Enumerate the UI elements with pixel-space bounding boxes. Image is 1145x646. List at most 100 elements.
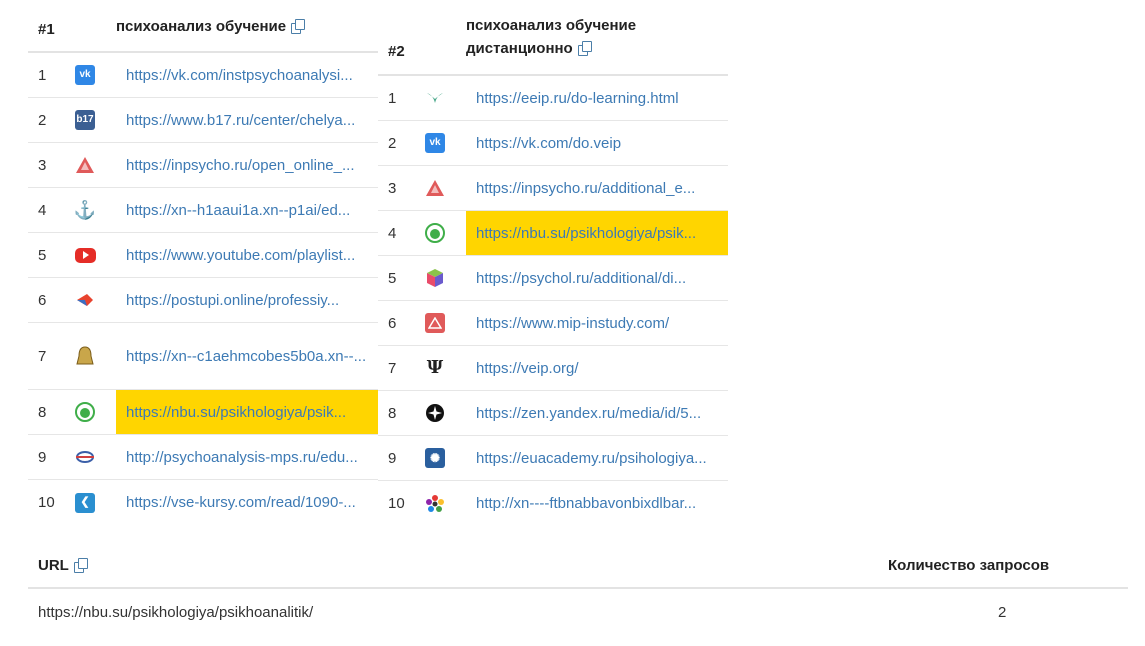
serp-header: #1 психоанализ обучение (28, 0, 378, 53)
psi-icon: Ψ (426, 357, 444, 378)
copy-icon[interactable] (577, 41, 592, 56)
copy-icon[interactable] (291, 19, 306, 34)
copy-icon[interactable] (73, 558, 88, 573)
eeip-icon (425, 88, 445, 108)
serp-row: 2 vk https://vk.com/do.veip (378, 121, 728, 166)
bell-icon (75, 346, 95, 366)
result-url[interactable]: https://vk.com/instpsychoanalysi... (116, 53, 378, 97)
url-column-header: URL (38, 557, 888, 574)
serp-row: 5 https://www.youtube.com/playlist... (28, 233, 378, 278)
position: 5 (38, 246, 47, 264)
serp-row: 4 https://nbu.su/psikhologiya/psik... (378, 211, 728, 256)
result-url[interactable]: https://veip.org/ (466, 346, 728, 390)
serp-header: #2 психоанализ обучение дистанционно (378, 0, 728, 76)
result-url[interactable]: https://inpsycho.ru/open_online_... (116, 143, 378, 187)
serp-row: 10 http://xn----ftbnabbavonbixdlbar... (378, 481, 728, 526)
result-url[interactable]: https://postupi.online/professiy... (116, 278, 378, 322)
url-table-header: URL Количество запросов (28, 544, 1128, 589)
zen-icon (425, 403, 445, 423)
mip-icon (425, 313, 445, 333)
serp-row: 8 https://nbu.su/psikhologiya/psik... (28, 390, 378, 435)
result-url[interactable]: https://www.youtube.com/playlist... (116, 233, 378, 277)
query-text: психоанализ обучение дистанционно (466, 17, 637, 57)
position: 6 (38, 291, 47, 309)
position: 10 (38, 494, 55, 511)
result-url[interactable]: http://psychoanalysis-mps.ru/edu... (116, 435, 378, 479)
position: 2 (388, 134, 397, 152)
position: 9 (38, 448, 47, 466)
youtube-icon (75, 247, 96, 263)
euacademy-icon: ✺ (425, 448, 445, 468)
serp-row: 2 b17 https://www.b17.ru/center/chelya..… (28, 98, 378, 143)
serp-row: 8 https://zen.yandex.ru/media/id/5... (378, 391, 728, 436)
position: 3 (38, 156, 47, 174)
inpsycho-icon (425, 178, 445, 198)
position: 8 (388, 404, 397, 422)
position: 6 (388, 314, 397, 332)
count-column-header: Количество запросов (888, 557, 1050, 574)
nbu-icon (75, 402, 95, 422)
serp-query-title: психоанализ обучение (116, 15, 306, 38)
query-text: психоанализ обучение (116, 18, 287, 35)
serp-row: 5 https://psychol.ru/additional/di... (378, 256, 728, 301)
vse-kursy-icon: ❮ (75, 492, 95, 513)
nbu-icon (425, 223, 445, 243)
position: 5 (388, 269, 397, 287)
mps-icon (75, 447, 95, 467)
serp-row: 6 https://www.mip-instudy.com/ (378, 301, 728, 346)
count-cell: 2 (998, 603, 1007, 621)
serp-row: 9 http://psychoanalysis-mps.ru/edu... (28, 435, 378, 480)
position: 4 (38, 201, 47, 219)
position: 1 (388, 89, 397, 107)
url-table-row: https://nbu.su/psikhologiya/psikhoanalit… (28, 589, 1128, 635)
serp-row: 3 https://inpsycho.ru/open_online_... (28, 143, 378, 188)
serp-row: 3 https://inpsycho.ru/additional_e... (378, 166, 728, 211)
result-url[interactable]: https://inpsycho.ru/additional_e... (466, 166, 728, 210)
position: 9 (388, 449, 397, 467)
serp-row: 6 https://postupi.online/professiy... (28, 278, 378, 323)
cube-icon (425, 268, 445, 288)
result-url[interactable]: https://psychol.ru/additional/di... (466, 256, 728, 300)
position: 7 (38, 347, 47, 365)
serp-row: 1 vk https://vk.com/instpsychoanalysi... (28, 53, 378, 98)
result-url[interactable]: https://xn--h1aaui1a.xn--p1ai/ed... (116, 188, 378, 232)
result-url[interactable]: https://xn--c1aehmcobes5b0a.xn--... (116, 323, 378, 389)
vk-icon: vk (425, 133, 445, 153)
serp-row: 10 ❮ https://vse-kursy.com/read/1090-... (28, 480, 378, 525)
serp-row: 4 ⚓ https://xn--h1aaui1a.xn--p1ai/ed... (28, 188, 378, 233)
serp-number: #2 (388, 43, 405, 60)
serp-table-2: #2 психоанализ обучение дистанционно 1 h… (378, 0, 728, 526)
result-url[interactable]: https://www.mip-instudy.com/ (466, 301, 728, 345)
result-url[interactable]: https://zen.yandex.ru/media/id/5... (466, 391, 728, 435)
serp-row: 9 ✺ https://euacademy.ru/psihologiya... (378, 436, 728, 481)
postupi-icon (75, 290, 95, 310)
serp-row: 7 Ψ https://veip.org/ (378, 346, 728, 391)
result-url[interactable]: https://euacademy.ru/psihologiya... (466, 436, 728, 480)
serp-table-1: #1 психоанализ обучение 1 vk https://vk.… (28, 0, 378, 525)
serp-number: #1 (38, 21, 55, 38)
result-url[interactable]: https://www.b17.ru/center/chelya... (116, 98, 378, 142)
position: 1 (38, 66, 47, 84)
serp-row: 7 https://xn--c1aehmcobes5b0a.xn--... (28, 323, 378, 390)
result-url-highlighted[interactable]: https://nbu.su/psikhologiya/psik... (466, 211, 728, 255)
b17-icon: b17 (75, 110, 95, 130)
flower-icon (425, 494, 445, 514)
position: 4 (388, 224, 397, 242)
position: 3 (388, 179, 397, 197)
result-url[interactable]: https://vse-kursy.com/read/1090-... (116, 480, 378, 525)
position: 2 (38, 111, 47, 129)
serp-row: 1 https://eeip.ru/do-learning.html (378, 76, 728, 121)
position: 7 (388, 359, 397, 377)
result-url-highlighted[interactable]: https://nbu.su/psikhologiya/psik... (116, 390, 378, 434)
inpsycho-icon (75, 155, 95, 175)
url-cell: https://nbu.su/psikhologiya/psikhoanalit… (38, 603, 314, 621)
serp-query-title: психоанализ обучение дистанционно (466, 14, 666, 60)
result-url[interactable]: https://vk.com/do.veip (466, 121, 728, 165)
vk-icon: vk (75, 65, 95, 85)
position: 10 (388, 495, 405, 512)
url-summary-table: URL Количество запросов https://nbu.su/p… (28, 544, 1128, 635)
anchor-icon: ⚓ (73, 200, 97, 220)
result-url[interactable]: http://xn----ftbnabbavonbixdlbar... (466, 481, 728, 526)
result-url[interactable]: https://eeip.ru/do-learning.html (466, 76, 728, 120)
position: 8 (38, 403, 47, 421)
